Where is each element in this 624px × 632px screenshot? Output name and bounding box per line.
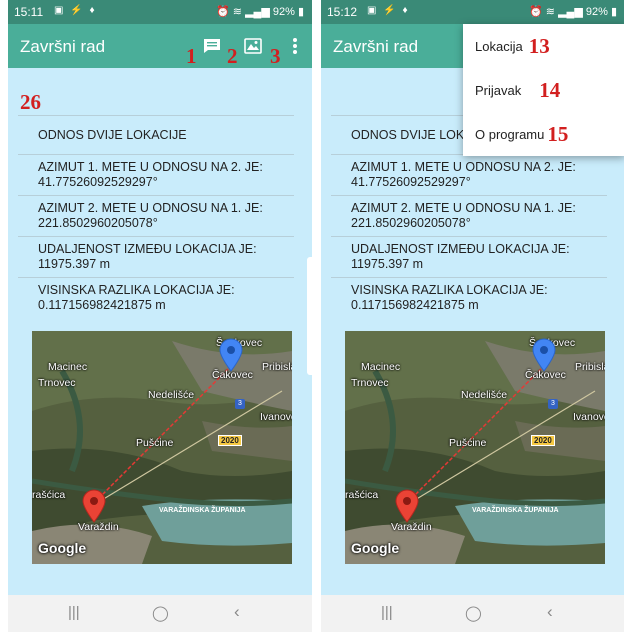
map-label: rašćica xyxy=(32,489,66,501)
back-icon[interactable]: ‹ xyxy=(547,602,553,622)
list-item: UDALJENOST IZMEĐU LOKACIJA JE: 11975.397… xyxy=(331,236,607,277)
battery-icon: ▮ xyxy=(297,6,304,18)
road-badge: 2020 xyxy=(531,435,555,446)
annotation-map: 2 xyxy=(227,44,238,68)
status-right: ⏰ ≋ ▂▄▆ 92% ▮ xyxy=(216,5,304,18)
chat-icon xyxy=(204,39,220,53)
nav-bar: ||| ◯ ‹ xyxy=(321,595,624,632)
app-title: Završni rad xyxy=(20,37,106,56)
map-label: Trnovec xyxy=(351,377,389,389)
signal-icon: ▂▄▆ xyxy=(245,6,270,18)
list-item: AZIMUT 1. METE U ODNOSU NA 2. JE: 41.775… xyxy=(331,154,607,195)
content-area: 26 ODNOS DVIJE LOKACIJE AZIMUT 1. METE U… xyxy=(8,68,312,595)
battery-text: 92% xyxy=(585,6,608,18)
status-bar: 15:11 ▣ ⚡ ♦ ⏰ ≋ ▂▄▆ 92% ▮ xyxy=(8,0,312,24)
signal-icon: ▂▄▆ xyxy=(558,6,583,18)
marker-red-icon[interactable] xyxy=(394,489,420,523)
battery-text: 92% xyxy=(272,6,295,18)
app-title: Završni rad xyxy=(333,37,419,56)
marker-blue-icon[interactable] xyxy=(218,338,244,372)
google-logo: Google xyxy=(351,540,400,556)
menu-item-label: Lokacija xyxy=(475,38,523,54)
wifi-icon: ≋ xyxy=(545,6,555,18)
region-label: VARAŽDINSKA ŽUPANIJA xyxy=(159,507,246,514)
alarm-icon: ⏰ xyxy=(216,6,230,18)
menu-item-o-programu[interactable]: O programu 15 xyxy=(463,112,624,156)
status-time: 15:12 xyxy=(327,5,358,19)
map-label: Pušćine xyxy=(136,437,174,449)
list-item: AZIMUT 1. METE U ODNOSU NA 2. JE: 41.775… xyxy=(18,154,294,195)
notification-icons: ▣ ⚡ ♦ xyxy=(367,5,410,16)
menu-item-lokacija[interactable]: Lokacija 13 xyxy=(463,24,624,68)
road-badge: 2020 xyxy=(218,435,242,446)
map-label: Macinec xyxy=(361,361,401,373)
nav-bar: ||| ◯ ‹ xyxy=(8,595,312,632)
annotation-more: 3 xyxy=(270,44,281,68)
status-right: ⏰ ≋ ▂▄▆ 92% ▮ xyxy=(529,5,617,18)
overflow-menu: Lokacija 13 Prijavak 14 O programu 15 xyxy=(463,24,624,156)
home-icon[interactable]: ◯ xyxy=(152,604,169,622)
chat-button[interactable] xyxy=(200,35,224,57)
list-item: VISINSKA RAZLIKA LOKACIJA JE: 0.11715698… xyxy=(331,277,607,318)
recents-icon[interactable]: ||| xyxy=(381,604,393,621)
map-label: Pribisla xyxy=(262,361,292,373)
back-icon[interactable]: ‹ xyxy=(234,602,240,622)
list-item: AZIMUT 2. METE U ODNOSU NA 1. JE: 221.85… xyxy=(18,195,294,236)
edge-panel-handle[interactable] xyxy=(307,257,312,375)
annotation-menu: 15 xyxy=(547,121,569,146)
map-button[interactable] xyxy=(241,35,265,57)
map-label: Pušćine xyxy=(449,437,487,449)
map-icon xyxy=(244,38,262,54)
list-item-title: ODNOS DVIJE LOKACIJE xyxy=(18,115,294,154)
map-view[interactable]: Šenkovec Macinec Trnovec Nedelišće Čakov… xyxy=(32,331,292,564)
notification-icons: ▣ ⚡ ♦ xyxy=(54,5,97,16)
phone-screen-left: 15:11 ▣ ⚡ ♦ ⏰ ≋ ▂▄▆ 92% ▮ Završni rad 1 … xyxy=(8,0,312,632)
recents-icon[interactable]: ||| xyxy=(68,604,80,621)
map-label: Ivanove xyxy=(260,411,292,423)
app-bar: Završni rad 1 2 3 xyxy=(8,24,312,68)
status-bar: 15:12 ▣ ⚡ ♦ ⏰ ≋ ▂▄▆ 92% ▮ xyxy=(321,0,624,24)
google-logo: Google xyxy=(38,540,87,556)
map-label: rašćica xyxy=(345,489,379,501)
map-label: Macinec xyxy=(48,361,88,373)
annotation-menu: 14 xyxy=(539,77,561,102)
marker-red-icon[interactable] xyxy=(81,489,107,523)
region-label: VARAŽDINSKA ŽUPANIJA xyxy=(472,507,559,514)
menu-item-label: O programu xyxy=(475,126,545,142)
more-options-button[interactable] xyxy=(286,35,304,57)
result-list: ODNOS DVIJE LOKACIJE AZIMUT 1. METE U OD… xyxy=(18,115,294,318)
menu-item-prijavak[interactable]: Prijavak 14 xyxy=(463,68,624,112)
wifi-icon: ≋ xyxy=(232,6,242,18)
home-icon[interactable]: ◯ xyxy=(465,604,482,622)
status-time: 15:11 xyxy=(14,5,44,19)
map-label: Ivanove xyxy=(573,411,605,423)
road-shield: 3 xyxy=(235,399,245,409)
list-item: AZIMUT 2. METE U ODNOSU NA 1. JE: 221.85… xyxy=(331,195,607,236)
annotation-menu: 13 xyxy=(528,33,550,58)
marker-blue-icon[interactable] xyxy=(531,338,557,372)
map-label: Trnovec xyxy=(38,377,76,389)
alarm-icon: ⏰ xyxy=(529,6,543,18)
list-item: UDALJENOST IZMEĐU LOKACIJA JE: 11975.397… xyxy=(18,236,294,277)
list-item: VISINSKA RAZLIKA LOKACIJA JE: 0.11715698… xyxy=(18,277,294,318)
map-label: Nedelišće xyxy=(148,389,195,401)
annotation-content: 26 xyxy=(20,90,41,114)
map-view[interactable]: Šenkovec Macinec Trnovec Nedelišće Čakov… xyxy=(345,331,605,564)
phone-screen-right: 15:12 ▣ ⚡ ♦ ⏰ ≋ ▂▄▆ 92% ▮ Završni rad OD… xyxy=(321,0,624,632)
map-label: Pribisla xyxy=(575,361,605,373)
menu-item-label: Prijavak xyxy=(475,82,522,98)
battery-icon: ▮ xyxy=(610,6,617,18)
road-shield: 3 xyxy=(548,399,558,409)
annotation-chat: 1 xyxy=(186,44,197,68)
more-vert-icon xyxy=(293,38,297,54)
map-label: Nedelišće xyxy=(461,389,508,401)
